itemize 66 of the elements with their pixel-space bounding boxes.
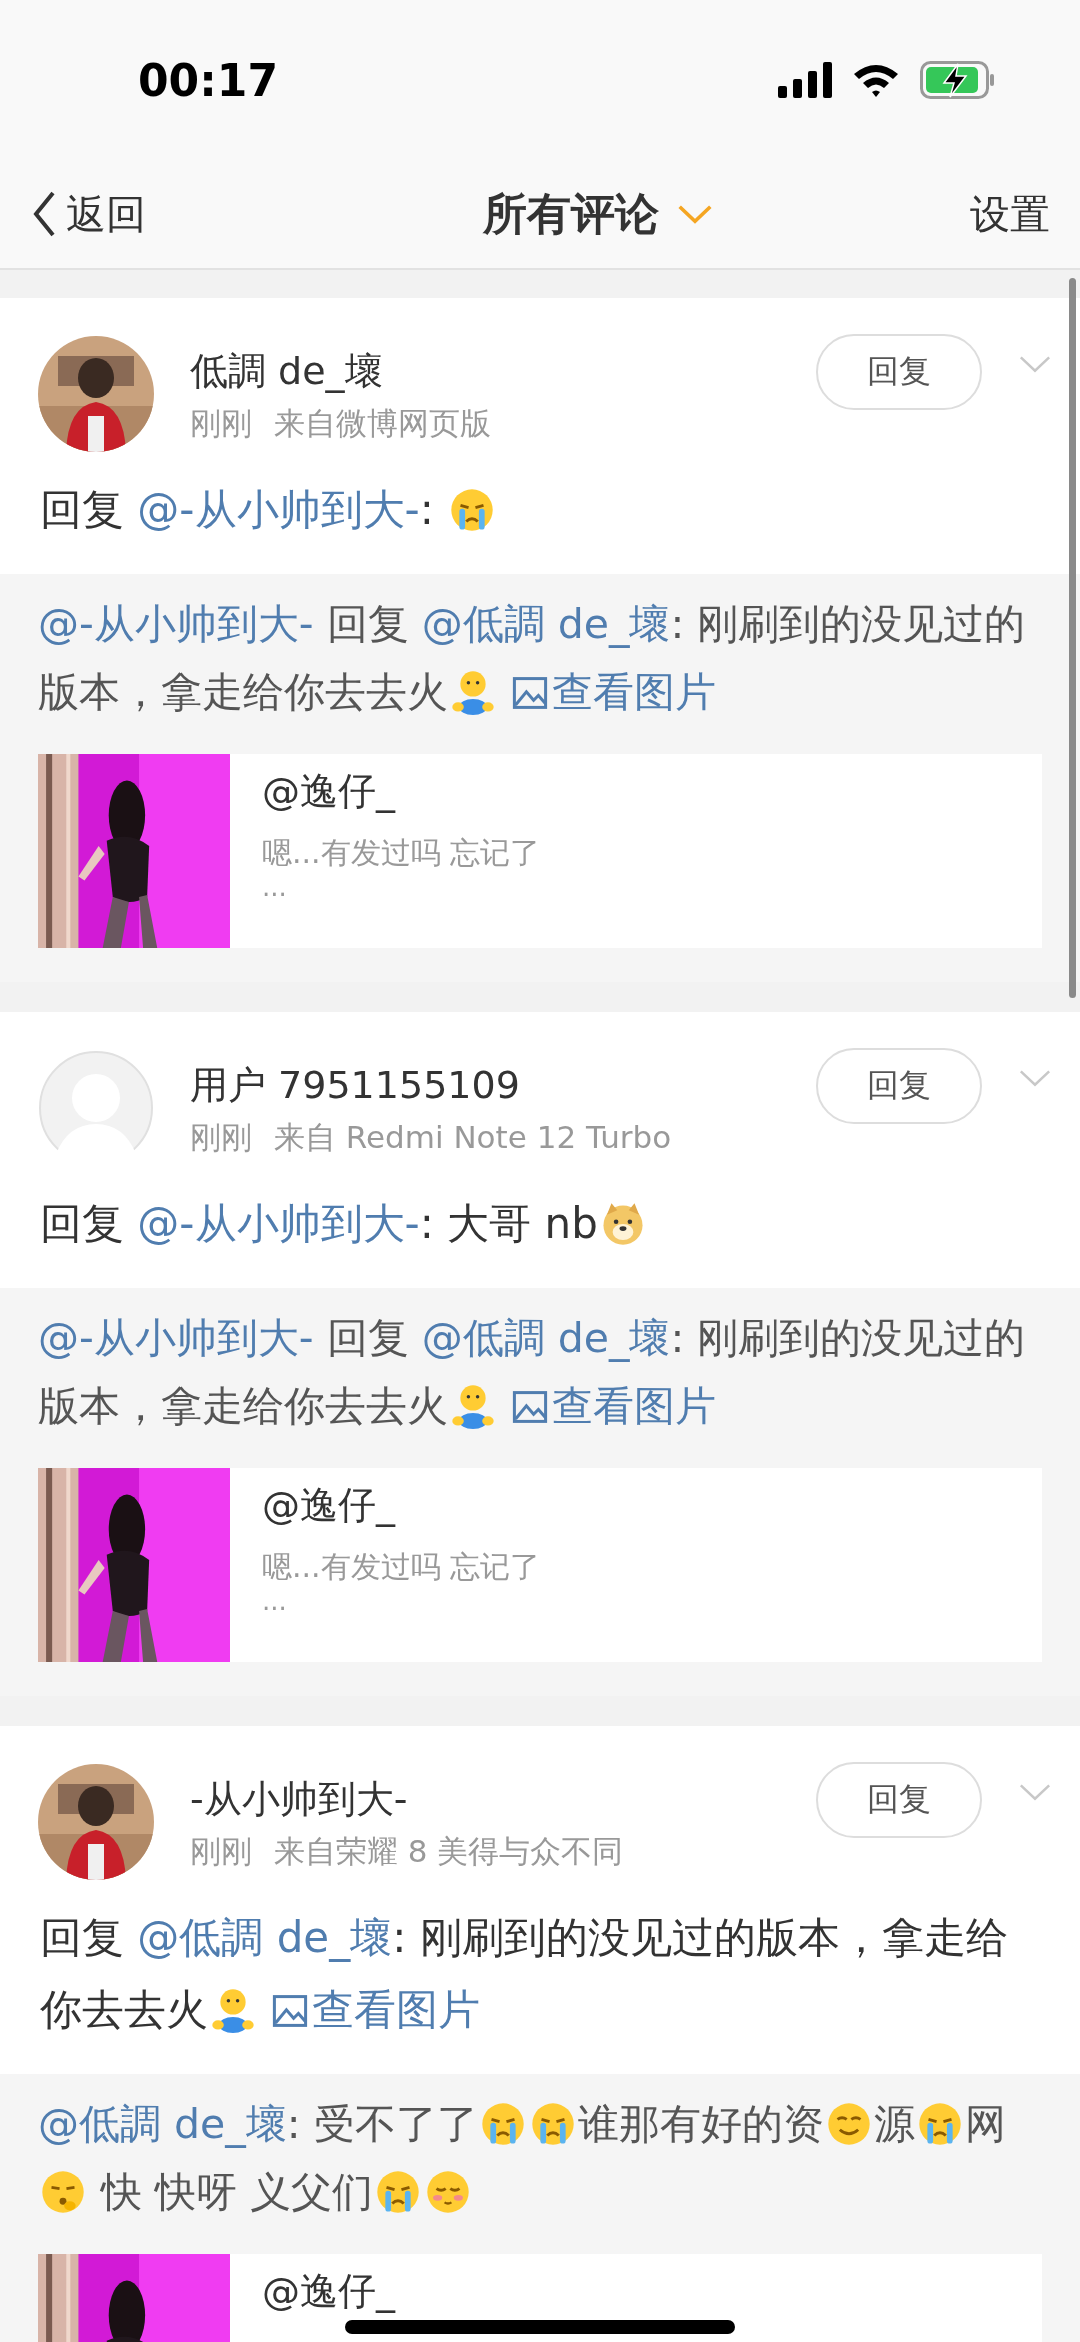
mention-link[interactable]: @低調 de_壞	[421, 1314, 671, 1362]
status-time: 00:17	[138, 54, 279, 106]
back-icon	[32, 190, 56, 238]
shared-post-card[interactable]: @逸仔_ 嗯...有发过吗 忘记了 ...	[38, 754, 1042, 948]
comment-text: @-从小帅到大- 回复 @低調 de_壞: 刚刷到的没见过的版本，拿走给你去去火 查看图片	[38, 1313, 1027, 1432]
comment-text: 回复 @低調 de_壞: 刚刷到的没见过的版本，拿走给你去去火 查看图片	[39, 1912, 1009, 2036]
ellipsis-text: ...	[262, 1588, 288, 1614]
view-image-link[interactable]: 查看图片	[498, 1382, 716, 1430]
post-source: 来自 Redmi Note 12 Turbo	[274, 1118, 672, 1157]
mention-link[interactable]: @低調 de_壞	[421, 600, 671, 648]
shared-post-author: @逸仔_	[262, 1482, 397, 1529]
post-source: 来自微博网页版	[274, 404, 491, 443]
crying-face-icon	[529, 2101, 576, 2147]
post-time: 刚刚	[190, 1118, 252, 1157]
image-icon	[512, 1390, 548, 1424]
shared-post-text: 嗯...有发过吗 忘记了	[262, 834, 541, 872]
post-time: 刚刚	[190, 404, 252, 443]
shushing-face-icon	[40, 2169, 86, 2215]
comment-text: 回复 @-从小帅到大-:	[0, 452, 1080, 574]
comment-text: @低調 de_壞: 受不了了 谁那有好的资 源 网 快 快呀 义父们	[38, 2099, 1007, 2218]
user-name[interactable]: 低調 de_壞	[190, 346, 383, 397]
chevron-down-icon[interactable]	[1018, 354, 1052, 374]
shared-post-card[interactable]: @逸仔_	[38, 2254, 1042, 2342]
user-name[interactable]: -从小帅到大-	[190, 1774, 408, 1825]
mention-link[interactable]: @低調 de_壞	[137, 1913, 393, 1962]
mention-link[interactable]: @-从小帅到大-	[38, 600, 314, 648]
shared-post-text: 嗯...有发过吗 忘记了	[262, 1548, 541, 1586]
hugging-figure-icon	[450, 669, 496, 715]
settings-button[interactable]: 设置	[970, 186, 1050, 242]
reply-button[interactable]: 回复	[816, 1762, 982, 1838]
ellipsis-text: ...	[262, 874, 288, 900]
mention-link[interactable]: @低調 de_壞	[38, 2100, 287, 2148]
back-button[interactable]: 返回	[32, 186, 146, 242]
reply-button[interactable]: 回复	[816, 334, 982, 410]
blushing-face-icon	[425, 2169, 472, 2215]
post-source: 来自荣耀 8 美得与众不同	[274, 1832, 624, 1871]
mention-link[interactable]: @-从小帅到大-	[137, 1199, 420, 1248]
chevron-down-icon[interactable]	[1018, 1782, 1052, 1802]
title-dropdown[interactable]: 所有评论	[483, 184, 713, 244]
view-image-link[interactable]: 查看图片	[498, 668, 716, 716]
sobbing-face-icon	[375, 2169, 422, 2215]
signal-icon	[778, 62, 832, 98]
post-time: 刚刚	[190, 1832, 252, 1871]
comment-text: @-从小帅到大- 回复 @低調 de_壞: 刚刷到的没见过的版本，拿走给你去去火 查看图片	[38, 599, 1027, 718]
crying-face-icon	[916, 2101, 963, 2147]
chevron-down-icon[interactable]	[1018, 1068, 1052, 1088]
image-icon	[272, 1994, 308, 2028]
image-icon	[512, 676, 548, 710]
reply-button[interactable]: 回复	[816, 1048, 982, 1124]
crying-face-icon	[479, 2101, 526, 2147]
mention-link[interactable]: @-从小帅到大-	[38, 1314, 314, 1362]
smiling-face-icon	[825, 2101, 872, 2147]
battery-icon	[920, 61, 996, 99]
hugging-figure-icon	[450, 1383, 496, 1429]
view-image-link[interactable]: 查看图片	[258, 1985, 480, 2034]
crying-face-icon	[449, 487, 496, 533]
shared-post-author: @逸仔_	[262, 768, 397, 815]
default-avatar-icon	[38, 1050, 154, 1166]
user-name[interactable]: 用户 7951155109	[190, 1060, 520, 1111]
shared-post-card[interactable]: @逸仔_ 嗯...有发过吗 忘记了 ...	[38, 1468, 1042, 1662]
caret-icon	[677, 203, 713, 225]
comment-text: 回复 @-从小帅到大-: 大哥 nb	[0, 1166, 1080, 1288]
wifi-icon	[852, 62, 900, 98]
mention-link[interactable]: @-从小帅到大-	[137, 485, 420, 534]
hugging-figure-icon	[210, 1987, 256, 2033]
shared-post-author: @逸仔_	[262, 2268, 395, 2315]
